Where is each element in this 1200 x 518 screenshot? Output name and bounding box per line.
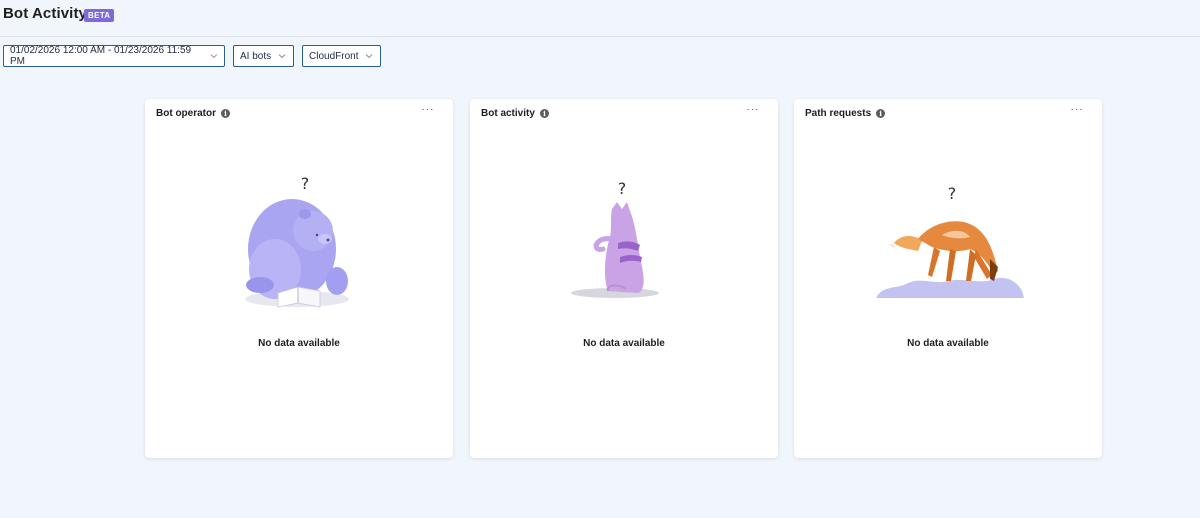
question-mark: ?: [301, 174, 310, 193]
page-title: Bot Activity: [3, 5, 87, 22]
beta-badge: BETA: [84, 9, 115, 22]
bear-illustration: ?: [245, 174, 349, 308]
fox-illustration: ?: [876, 184, 1024, 298]
no-data-message: No data available: [907, 338, 989, 349]
source-label: CloudFront: [309, 50, 359, 62]
chevron-down-icon: [278, 54, 286, 59]
cat-illustration: ?: [571, 179, 659, 298]
no-data-message: No data available: [258, 338, 340, 349]
bot-type-dropdown[interactable]: AI bots: [233, 45, 294, 67]
date-range-label: 01/02/2026 12:00 AM - 01/23/2026 11:59 P…: [10, 45, 192, 67]
chevron-down-icon: [210, 54, 218, 59]
bot-type-label: AI bots: [240, 50, 272, 62]
page-header: Bot Activity BETA: [0, 0, 1200, 37]
source-dropdown[interactable]: CloudFront: [302, 45, 381, 67]
path-requests-card: Path requests i ··· ? No data available: [794, 99, 1102, 458]
no-data-message: No data available: [583, 338, 665, 349]
date-range-picker[interactable]: 01/02/2026 12:00 AM - 01/23/2026 11:59 P…: [3, 45, 225, 67]
chevron-down-icon: [366, 54, 373, 59]
bot-operator-card: Bot operator i ··· ? No data available: [145, 99, 453, 458]
bot-activity-card: Bot activity i ··· ? No data available: [470, 99, 778, 458]
question-mark: ?: [618, 179, 627, 198]
question-mark: ?: [948, 184, 957, 203]
